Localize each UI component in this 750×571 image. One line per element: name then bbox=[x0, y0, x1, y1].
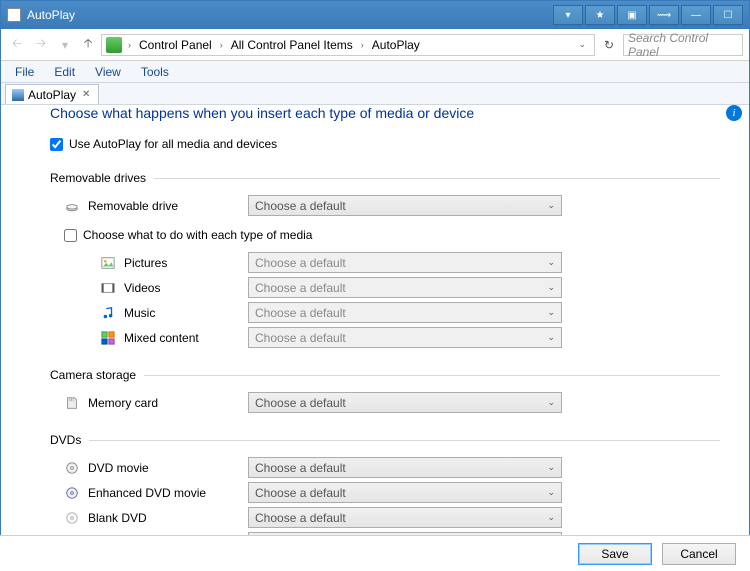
group-removable-drives: Removable drives bbox=[50, 171, 750, 185]
enhanced-dvd-icon bbox=[64, 485, 80, 501]
music-label: Music bbox=[124, 306, 248, 320]
menubar: File Edit View Tools bbox=[1, 61, 749, 83]
removable-drive-select[interactable]: Choose a default⌄ bbox=[248, 195, 562, 216]
chevron-right-icon[interactable]: › bbox=[126, 40, 133, 50]
chevron-down-icon: ⌄ bbox=[547, 397, 555, 408]
chevron-down-icon: ⌄ bbox=[547, 487, 555, 498]
forward-button[interactable]: 🡢 bbox=[31, 35, 51, 55]
enhanced-dvd-label: Enhanced DVD movie bbox=[88, 486, 248, 500]
info-icon[interactable]: i bbox=[726, 105, 742, 121]
removable-drive-label: Removable drive bbox=[88, 199, 248, 213]
chevron-right-icon[interactable]: › bbox=[359, 40, 366, 50]
group-dvds: DVDs bbox=[50, 433, 750, 447]
history-dropdown-icon[interactable]: ▾ bbox=[55, 35, 75, 55]
music-select[interactable]: Choose a default⌄ bbox=[248, 302, 562, 323]
chevron-down-icon: ⌄ bbox=[547, 307, 555, 318]
menu-view[interactable]: View bbox=[87, 63, 129, 81]
music-icon bbox=[100, 305, 116, 321]
memory-card-icon bbox=[64, 395, 80, 411]
breadcrumb-leaf[interactable]: AutoPlay bbox=[370, 38, 422, 52]
dvd-movie-icon bbox=[64, 460, 80, 476]
chevron-down-icon: ⌄ bbox=[547, 200, 555, 211]
videos-label: Videos bbox=[124, 281, 248, 295]
win-btn-dropdown-icon[interactable]: ▾ bbox=[553, 5, 583, 25]
menu-tools[interactable]: Tools bbox=[133, 63, 177, 81]
chevron-down-icon: ⌄ bbox=[547, 332, 555, 343]
tabbar: AutoPlay ✕ bbox=[1, 83, 749, 105]
blank-dvd-label: Blank DVD bbox=[88, 511, 248, 525]
titlebar: AutoPlay ▾ ★ ▣ ⟿ — ☐ bbox=[1, 1, 749, 29]
dvd-movie-select[interactable]: Choose a default⌄ bbox=[248, 457, 562, 478]
app-icon bbox=[7, 8, 21, 22]
group-removable-label: Removable drives bbox=[50, 171, 146, 185]
blank-dvd-icon bbox=[64, 510, 80, 526]
page-headline: Choose what happens when you insert each… bbox=[50, 105, 750, 135]
dvd-movie-label: DVD movie bbox=[88, 461, 248, 475]
footer: Save Cancel bbox=[0, 535, 750, 571]
address-dropdown-icon[interactable]: ⌄ bbox=[574, 39, 590, 50]
use-autoplay-label: Use AutoPlay for all media and devices bbox=[69, 137, 277, 151]
chevron-down-icon: ⌄ bbox=[547, 282, 555, 293]
chevron-down-icon: ⌄ bbox=[547, 257, 555, 268]
memory-card-label: Memory card bbox=[88, 396, 248, 410]
save-button[interactable]: Save bbox=[578, 543, 652, 565]
menu-edit[interactable]: Edit bbox=[46, 63, 83, 81]
control-panel-icon bbox=[106, 37, 122, 53]
search-input[interactable]: Search Control Panel bbox=[623, 34, 743, 56]
win-btn-tool2-icon[interactable]: ⟿ bbox=[649, 5, 679, 25]
group-camera-storage: Camera storage bbox=[50, 368, 750, 382]
cancel-button[interactable]: Cancel bbox=[662, 543, 736, 565]
tab-label: AutoPlay bbox=[28, 88, 76, 102]
videos-select[interactable]: Choose a default⌄ bbox=[248, 277, 562, 298]
breadcrumb-root[interactable]: Control Panel bbox=[137, 38, 214, 52]
mixed-content-select[interactable]: Choose a default⌄ bbox=[248, 327, 562, 348]
win-btn-star-icon[interactable]: ★ bbox=[585, 5, 615, 25]
chevron-down-icon: ⌄ bbox=[547, 512, 555, 523]
maximize-button[interactable]: ☐ bbox=[713, 5, 743, 25]
navbar: 🡠 🡢 ▾ 🡡 › Control Panel › All Control Pa… bbox=[1, 29, 749, 61]
win-btn-tool1-icon[interactable]: ▣ bbox=[617, 5, 647, 25]
chevron-down-icon: ⌄ bbox=[547, 462, 555, 473]
group-dvds-label: DVDs bbox=[50, 433, 81, 447]
tab-close-button[interactable]: ✕ bbox=[80, 89, 92, 100]
group-camera-label: Camera storage bbox=[50, 368, 136, 382]
window-title: AutoPlay bbox=[27, 8, 553, 22]
address-bar[interactable]: › Control Panel › All Control Panel Item… bbox=[101, 34, 595, 56]
mixed-content-icon bbox=[100, 330, 116, 346]
back-button[interactable]: 🡠 bbox=[7, 35, 27, 55]
autoplay-icon bbox=[12, 89, 24, 101]
choose-type-checkbox[interactable] bbox=[64, 229, 77, 242]
window-buttons: ▾ ★ ▣ ⟿ — ☐ bbox=[553, 5, 743, 25]
tab-autoplay[interactable]: AutoPlay ✕ bbox=[5, 84, 99, 104]
blank-dvd-select[interactable]: Choose a default⌄ bbox=[248, 507, 562, 528]
chevron-right-icon[interactable]: › bbox=[218, 40, 225, 50]
use-autoplay-checkbox[interactable] bbox=[50, 138, 63, 151]
pictures-select[interactable]: Choose a default⌄ bbox=[248, 252, 562, 273]
menu-file[interactable]: File bbox=[7, 63, 42, 81]
mixed-content-label: Mixed content bbox=[124, 331, 248, 345]
removable-drive-icon bbox=[64, 198, 80, 214]
refresh-button[interactable]: ↻ bbox=[599, 35, 619, 55]
videos-icon bbox=[100, 280, 116, 296]
breadcrumb-mid[interactable]: All Control Panel Items bbox=[229, 38, 355, 52]
minimize-button[interactable]: — bbox=[681, 5, 711, 25]
up-button[interactable]: 🡡 bbox=[79, 36, 97, 54]
pictures-icon bbox=[100, 255, 116, 271]
choose-type-label: Choose what to do with each type of medi… bbox=[83, 228, 312, 242]
memory-card-select[interactable]: Choose a default⌄ bbox=[248, 392, 562, 413]
search-placeholder: Search Control Panel bbox=[628, 31, 738, 59]
content-area: i Choose what happens when you insert ea… bbox=[0, 105, 750, 535]
enhanced-dvd-select[interactable]: Choose a default⌄ bbox=[248, 482, 562, 503]
pictures-label: Pictures bbox=[124, 256, 248, 270]
